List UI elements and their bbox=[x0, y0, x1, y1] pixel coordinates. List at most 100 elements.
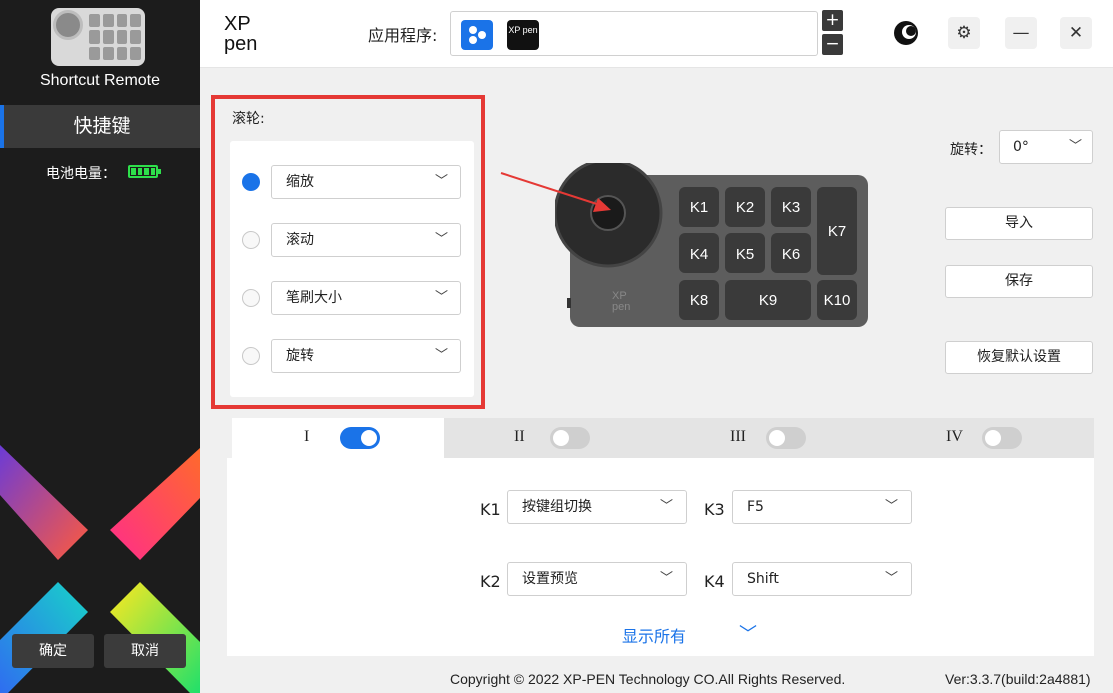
device-key-label: K6 bbox=[782, 246, 800, 263]
remove-app-button[interactable]: − bbox=[822, 34, 843, 55]
xppen-logo: XP pen bbox=[224, 13, 257, 54]
chevron-down-icon: ﹀ bbox=[434, 290, 448, 305]
tab-label: IV bbox=[946, 428, 963, 445]
select-value: F5 bbox=[747, 499, 764, 515]
import-button[interactable]: 导入 bbox=[945, 207, 1093, 240]
select-value: 按键组切换 bbox=[522, 499, 592, 515]
rotation-label: 旋转： bbox=[950, 142, 992, 158]
select-value: 滚动 bbox=[286, 232, 314, 248]
device-key-label: K9 bbox=[759, 292, 777, 309]
key-label: K3 bbox=[704, 500, 725, 519]
key-label: K2 bbox=[480, 572, 501, 591]
chevron-down-icon: ﹀ bbox=[659, 571, 673, 586]
device-key-label: K2 bbox=[736, 199, 754, 216]
wheel-radio[interactable] bbox=[242, 347, 260, 365]
confirm-button[interactable]: 确定 bbox=[12, 634, 94, 668]
show-all-link[interactable]: 显示所有 bbox=[622, 623, 686, 647]
wheel-function-select[interactable]: 笔刷大小 ﹀ bbox=[271, 281, 461, 315]
settings-gear-icon[interactable]: ⚙ bbox=[948, 17, 980, 49]
rotation-select[interactable]: 0° ﹀ bbox=[999, 130, 1093, 164]
wheel-function-select[interactable]: 旋转 ﹀ bbox=[271, 339, 461, 373]
key-settings-panel: K1 按键组切换 ﹀ K3 F5 ﹀ K2 设置预览 ﹀ K4 Shift ﹀ 显示所有… bbox=[227, 458, 1094, 656]
chevron-down-icon: ﹀ bbox=[884, 499, 898, 514]
select-value: 设置预览 bbox=[522, 571, 578, 587]
battery-label: 电池电量： bbox=[46, 166, 116, 182]
chevron-down-icon[interactable]: ﹀ bbox=[739, 620, 757, 646]
tab-toggle[interactable] bbox=[550, 427, 590, 449]
keys-thumbnail-icon bbox=[89, 14, 141, 60]
save-button[interactable]: 保存 bbox=[945, 265, 1093, 298]
logo-text-bottom: pen bbox=[224, 33, 257, 54]
version-text: Ver:3.3.7(build:2a4881) bbox=[945, 671, 1091, 687]
battery-icon bbox=[128, 165, 161, 178]
xppen-app-icon[interactable]: XP pen bbox=[507, 20, 539, 50]
key-function-select[interactable]: 设置预览 ﹀ bbox=[507, 562, 687, 596]
dial-thumbnail-icon bbox=[53, 10, 83, 40]
device-key-label: K4 bbox=[690, 246, 708, 263]
global-app-icon[interactable] bbox=[461, 20, 493, 50]
wheel-option: 滚动 ﹀ bbox=[242, 223, 462, 257]
header: XP pen 应用程序: XP pen + − ⚙ — ✕ bbox=[200, 0, 1113, 68]
key-label: K1 bbox=[480, 500, 501, 519]
device-key-label: K7 bbox=[828, 223, 846, 240]
chevron-down-icon: ﹀ bbox=[659, 499, 673, 514]
tab-toggle[interactable] bbox=[766, 427, 806, 449]
chevron-down-icon: ﹀ bbox=[884, 571, 898, 586]
moon-icon[interactable] bbox=[893, 20, 919, 46]
wheel-radio[interactable] bbox=[242, 289, 260, 307]
wheel-options-panel: 缩放 ﹀ 滚动 ﹀ 笔刷大小 ﹀ 旋转 ﹀ bbox=[230, 141, 474, 397]
device-key-label: K5 bbox=[736, 246, 754, 263]
key-function-select[interactable]: 按键组切换 ﹀ bbox=[507, 490, 687, 524]
minimize-icon[interactable]: — bbox=[1005, 17, 1037, 49]
close-icon[interactable]: ✕ bbox=[1060, 17, 1092, 49]
restore-defaults-button[interactable]: 恢复默认设置 bbox=[945, 341, 1093, 374]
select-value: 笔刷大小 bbox=[286, 290, 342, 306]
wheel-highlight-frame: 滚轮: 缩放 ﹀ 滚动 ﹀ 笔刷大小 ﹀ 旋转 ﹀ bbox=[211, 95, 485, 409]
tab-label: II bbox=[514, 428, 525, 445]
main-content: 滚轮: 缩放 ﹀ 滚动 ﹀ 笔刷大小 ﹀ 旋转 ﹀ XP pen K1 K2 K… bbox=[200, 68, 1113, 693]
device-key-label: K1 bbox=[690, 199, 708, 216]
key-label: K4 bbox=[704, 572, 725, 591]
key-group-tabs: I II III IV bbox=[232, 418, 1094, 458]
device-key-label: K10 bbox=[824, 292, 851, 309]
tab-group-1[interactable]: I bbox=[232, 418, 444, 458]
sidebar: Shortcut Remote 快捷键 电池电量： 确定 取消 bbox=[0, 0, 200, 693]
select-value: 缩放 bbox=[286, 174, 314, 190]
logo-text-top: XP bbox=[224, 13, 251, 35]
tab-group-2[interactable]: II bbox=[444, 418, 660, 458]
key-function-select[interactable]: Shift ﹀ bbox=[732, 562, 912, 596]
chevron-down-icon: ﹀ bbox=[434, 348, 448, 363]
tab-group-4[interactable]: IV bbox=[876, 418, 1094, 458]
tab-label: III bbox=[730, 428, 746, 445]
key-function-select[interactable]: F5 ﹀ bbox=[732, 490, 912, 524]
pointer-arrow-icon bbox=[500, 172, 611, 212]
tab-group-3[interactable]: III bbox=[660, 418, 876, 458]
sidebar-item-shortcuts[interactable]: 快捷键 bbox=[0, 105, 200, 148]
tab-toggle[interactable] bbox=[982, 427, 1022, 449]
chevron-down-icon: ﹀ bbox=[434, 232, 448, 247]
wheel-function-select[interactable]: 缩放 ﹀ bbox=[271, 165, 461, 199]
chevron-down-icon: ﹀ bbox=[1068, 139, 1082, 154]
cancel-button[interactable]: 取消 bbox=[104, 634, 186, 668]
wheel-option: 笔刷大小 ﹀ bbox=[242, 281, 462, 315]
wheel-function-select[interactable]: 滚动 ﹀ bbox=[271, 223, 461, 257]
device-logo-bottom: pen bbox=[612, 301, 630, 313]
tab-label: I bbox=[304, 428, 310, 445]
wheel-option: 缩放 ﹀ bbox=[242, 165, 462, 199]
device-key-label: K3 bbox=[782, 199, 800, 216]
chevron-down-icon: ﹀ bbox=[434, 174, 448, 189]
select-value: Shift bbox=[747, 571, 779, 587]
wheel-option: 旋转 ﹀ bbox=[242, 339, 462, 373]
copyright-text: Copyright © 2022 XP-PEN Technology CO.Al… bbox=[450, 671, 846, 687]
rotation-value: 0° bbox=[1013, 139, 1029, 155]
tab-toggle[interactable] bbox=[340, 427, 380, 449]
app-label: 应用程序: bbox=[368, 26, 438, 45]
wheel-radio[interactable] bbox=[242, 231, 260, 249]
wheel-radio[interactable] bbox=[242, 173, 260, 191]
app-list: XP pen bbox=[450, 11, 818, 56]
device-name: Shortcut Remote bbox=[39, 72, 161, 89]
device-key-label: K8 bbox=[690, 292, 708, 309]
device-thumbnail bbox=[51, 8, 145, 66]
select-value: 旋转 bbox=[286, 348, 314, 364]
add-app-button[interactable]: + bbox=[822, 10, 843, 31]
